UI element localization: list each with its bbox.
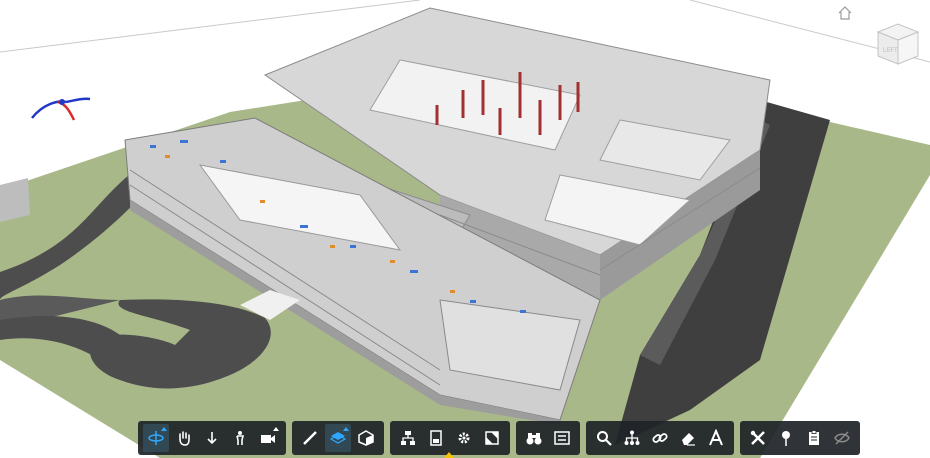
- view-cube-face-label: LEFT: [883, 48, 898, 54]
- camera-icon: [261, 435, 275, 443]
- text-button[interactable]: [703, 424, 729, 452]
- eraser-button[interactable]: [675, 424, 701, 452]
- orientation-axis-gizmo: [31, 97, 91, 121]
- settings-icon: [458, 432, 470, 444]
- orbit-icon: [148, 431, 164, 445]
- hierarchy-button[interactable]: [619, 424, 645, 452]
- pin-icon: [782, 431, 790, 446]
- hide-icon: [834, 431, 850, 445]
- explode-icon: [358, 430, 374, 446]
- measure-icon: [303, 431, 317, 445]
- pin-button[interactable]: [773, 424, 799, 452]
- fullscreen-icon: [485, 431, 499, 445]
- first-person-icon: [236, 431, 245, 445]
- view-cube[interactable]: LEFT: [868, 16, 924, 72]
- list-button[interactable]: [549, 424, 575, 452]
- properties-button[interactable]: [423, 424, 449, 452]
- properties-icon: [430, 430, 442, 446]
- toolbar-group-navigation: [138, 421, 286, 455]
- settings-button[interactable]: [451, 424, 477, 452]
- camera-button[interactable]: [255, 424, 281, 452]
- explode-button[interactable]: [353, 424, 379, 452]
- binoculars-icon: [526, 433, 542, 445]
- binoculars-button[interactable]: [521, 424, 547, 452]
- first-person-button[interactable]: [227, 424, 253, 452]
- 3d-model-viewport[interactable]: [0, 0, 930, 458]
- fullscreen-button[interactable]: [479, 424, 505, 452]
- active-tool-indicator: [444, 452, 454, 458]
- pan-button[interactable]: [171, 424, 197, 452]
- model-browser-button[interactable]: [395, 424, 421, 452]
- section-icon: [329, 432, 347, 444]
- link-button[interactable]: [647, 424, 673, 452]
- hide-button[interactable]: [829, 424, 855, 452]
- toolbar-group-markup: [586, 421, 734, 455]
- viewer-toolbar: [138, 421, 860, 455]
- measure-button[interactable]: [297, 424, 323, 452]
- clipboard-button[interactable]: [801, 424, 827, 452]
- pan-icon: [179, 431, 190, 446]
- hierarchy-icon: [624, 430, 640, 445]
- tools-icon: [750, 430, 765, 445]
- search-button[interactable]: [591, 424, 617, 452]
- model-browser-icon: [401, 431, 415, 445]
- section-button[interactable]: [325, 424, 351, 452]
- toolbar-group-model: [390, 421, 510, 455]
- list-icon: [554, 431, 570, 445]
- home-view-icon[interactable]: [838, 6, 852, 20]
- orbit-button[interactable]: [143, 424, 169, 452]
- search-icon: [597, 431, 612, 446]
- toolbar-group-utilities: [740, 421, 860, 455]
- link-icon: [652, 433, 668, 443]
- toolbar-group-review: [516, 421, 580, 455]
- zoom-button[interactable]: [199, 424, 225, 452]
- text-icon: [709, 429, 723, 446]
- tools-button[interactable]: [745, 424, 771, 452]
- clipboard-icon: [809, 430, 819, 445]
- zoom-icon: [207, 432, 217, 445]
- toolbar-group-measure: [292, 421, 384, 455]
- eraser-icon: [682, 433, 695, 446]
